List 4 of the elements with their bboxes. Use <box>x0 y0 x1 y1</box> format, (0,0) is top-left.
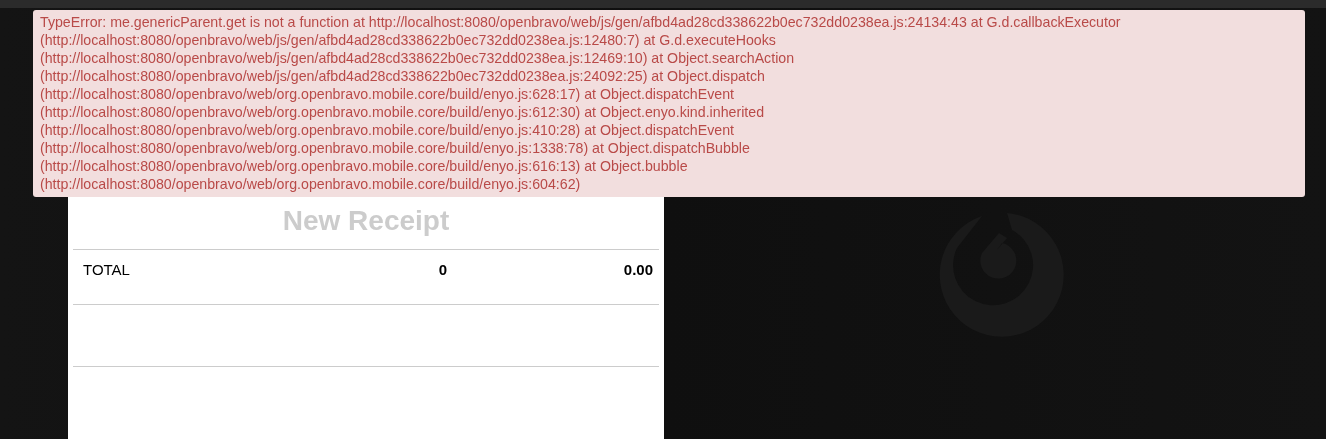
total-label: TOTAL <box>83 261 131 278</box>
total-amount: 0.00 <box>622 261 653 278</box>
error-message: TypeError: me.genericParent.get is not a function at http://localhost:8080/openbravo/web/js/gen/afbd4ad28cd338622b0ec732dd0238ea.js:24134:43 at G.d.callbackExecutor (http://localhost:8080/openbravo/web/js/gen/afbd4ad28cd338622b0ec732dd0238ea.js:12480:7) at G.d.executeHooks (http://localhost:8080/openbravo/web/js/gen/afbd4ad28cd338622b0ec732dd0238ea.js:12469:10) at Object.searchAction (http://localhost:8080/openbravo/web/js/gen/afbd4ad28cd338622b0ec732dd0238ea.js:24092:25) at Object.dispatch (http://localhost:8080/openbravo/web/org.openbravo.mobile.core/build/enyo.js:628:17) at Object.dispatchEvent (http://localhost:8080/openbravo/web/org.openbravo.mobile.core/build/enyo.js:612:30) at Object.enyo.kind.inherited (http://localhost:8080/openbravo/web/org.openbravo.mobile.core/build/enyo.js:410:28) at Object.dispatchEvent (http://localhost:8080/openbravo/web/org.openbravo.mobile.core/build/enyo.js:1338:78) at Object.dispatchBubble (http://localhost:8080/openbravo/web/org.openbravo.mobile.core/build/enyo.js:616:13) at Object.bubble (http://localhost:8080/openbravo/web/org.openbravo.mobile.core/build/enyo.js:604:62) <box>33 10 1305 197</box>
total-quantity: 0 <box>437 261 449 278</box>
